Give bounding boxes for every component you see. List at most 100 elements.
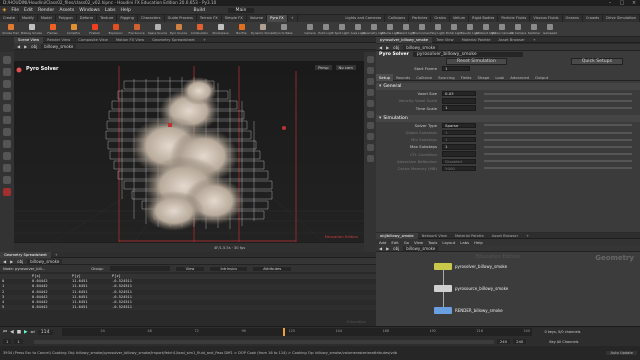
path-node[interactable]: billowy_smoke [27,258,63,264]
shelf-tool-smoke-trail[interactable]: Smoke Trail [0,24,21,35]
node-body[interactable] [434,285,452,292]
tab-pyrosolver-billowy-smoke[interactable]: pyrosolver_billowy_smoke [376,36,432,43]
range-end-field[interactable]: 240 [513,339,527,344]
shelf-tool-spare-source[interactable]: Spare Source [147,24,168,35]
shelf-tab-modify[interactable]: Modify [19,15,38,22]
step-back-icon[interactable]: ◀ [10,330,14,335]
shelf-tab-crowds[interactable]: Crowds [583,15,604,22]
param-tab-collision[interactable]: Collision [413,74,435,81]
timeline-ruler[interactable]: 24 48 72 96 120 144 168 192 216 240 [61,328,532,336]
param-field-min-substeps[interactable]: 1 [442,137,476,143]
shelf-tool-pyro-to-bake[interactable]: Pyro to Bake [273,24,294,35]
network-node-render-billowy-smoke[interactable]: RENDER_billowy_smoke [434,307,503,314]
last-frame-icon[interactable]: ⏭ [31,329,35,335]
shading-icon[interactable] [366,78,374,85]
shelf-tab-deform[interactable]: Deform [77,15,98,22]
range-slider[interactable] [33,339,494,344]
shelf-tool-bonfire[interactable]: Bonfire [231,24,252,35]
param-field-max-substeps[interactable]: 1 [442,144,476,150]
menu-edit[interactable]: Edit [24,8,33,13]
path-obj[interactable]: obj [31,44,37,49]
param-tab-shape[interactable]: Shape [474,74,492,81]
shelf-tool-flames[interactable]: Flames [42,24,63,35]
record-icon[interactable] [3,188,11,196]
scale-tool-icon[interactable] [3,92,11,100]
tab-tree-view[interactable]: Tree View [432,37,458,43]
menu-labs[interactable]: Labs [105,8,116,13]
shelf-tool-vr-camera[interactable]: VR Camera [510,24,526,35]
network-menu-labs[interactable]: Labs [460,240,469,245]
param-slider[interactable] [484,160,632,163]
group-field[interactable] [109,266,170,271]
attributes-menu[interactable]: Attributes [253,266,292,271]
shelf-tab-terrain-fx[interactable]: Terrain FX [197,15,222,22]
shelf-tool-spot-light[interactable]: Spot Light [334,24,350,35]
menu-assets[interactable]: Assets [59,8,74,13]
shelf-tab-create[interactable]: Create [0,15,19,22]
tab-render-view[interactable]: Render View [43,37,74,43]
shelf-tab-guide-process[interactable]: Guide Process [165,15,197,22]
path-obj[interactable]: obj [393,45,399,50]
tab-geometry-spreadsheet[interactable]: Geometry Spreadsheet [0,251,51,258]
shelf-tab-simple-fx[interactable]: Simple FX [222,15,247,22]
tab-scene-view[interactable]: Scene View [14,36,44,43]
param-tab-bounds[interactable]: Bounds [393,74,413,81]
quick-setups-button[interactable]: Quick Setups [570,58,623,65]
forward-arrow-icon[interactable]: ▶ [10,259,13,264]
shelf-tool-sky-light[interactable]: Sky Light [430,24,446,35]
forward-arrow-icon[interactable]: ▶ [386,246,389,251]
node-body[interactable] [434,263,452,270]
param-field-cache-memory-mb[interactable]: 5000 [442,165,476,172]
shelf-tab-characters[interactable]: Characters [138,15,165,22]
param-slider[interactable] [484,107,632,110]
param-tab-advanced[interactable]: Advanced [507,74,532,81]
shelf-tool-billowy-smoke[interactable]: Billowy Smoke [21,24,42,35]
shelf-tool-portal-light[interactable]: Portal Light [446,24,462,35]
menu-render[interactable]: Render [38,8,54,13]
forward-arrow-icon[interactable]: ▶ [24,44,27,49]
pose-tool-icon[interactable] [3,116,11,124]
snap-tool-icon[interactable] [3,152,11,160]
simulation-section-header[interactable]: ▾ Simulation [376,114,640,122]
shelf-tool-stereo-camera[interactable]: Stereo Camera [491,24,513,35]
param-field-solver-type[interactable]: Sparse [442,122,476,129]
network-node-pyrosource-billowy-smoke[interactable]: pyrosource_billowy_smoke [434,285,508,292]
scene-viewport[interactable]: Pyro Solver Persp No cam Education Editi… [14,61,364,242]
node-name-field[interactable]: pyrosolver_billowy_smoke [412,52,523,57]
general-section-header[interactable]: ▾ General [376,83,640,91]
tab-network-view[interactable]: Network View [418,233,451,239]
build-label[interactable]: Build [193,8,205,13]
shelf-tab-polygon[interactable]: Polygon [56,15,77,22]
shelf-tool-distant-light[interactable]: Distant Light [397,24,415,35]
param-field-cfl-condition[interactable] [442,151,476,157]
param-field-global-substeps[interactable]: 1 [442,129,476,136]
tab-asset-browser[interactable]: Asset Browser [488,233,522,239]
network-menu-help[interactable]: Help [474,240,483,245]
param-slider[interactable] [484,92,632,95]
shelf-tool-fire-source[interactable]: Fire Source [126,24,147,35]
node-body[interactable] [434,307,452,314]
wireframe-icon[interactable] [366,89,374,96]
intrinsics-menu[interactable]: Intrinsics [210,266,248,271]
end-frame-field[interactable]: 240 [496,339,511,344]
menu-help[interactable]: Help [120,8,130,13]
auto-update-menu[interactable]: Auto Update [606,351,637,355]
shelf-tab-viscous-fluids[interactable]: Viscous Fluids [530,15,563,22]
houdini-logo-icon[interactable]: ◈ [3,7,7,13]
path-node[interactable]: billowy_smoke [403,44,439,50]
shelf-tool-dynamic-smoke[interactable]: Dynamic Smoke [251,24,274,35]
param-tab-sourcing[interactable]: Sourcing [435,74,458,81]
network-menu-view[interactable]: View [414,240,423,245]
network-node-pyrosolver-billowy-smoke[interactable]: pyrosolver_billowy_smoke [434,263,507,270]
shelf-tool-campfire[interactable]: Campfire [63,24,84,35]
network-menu-edit[interactable]: Edit [391,240,398,245]
lighting-icon[interactable] [366,67,374,74]
shelf-tool-volume-light[interactable]: Volume Light [381,24,399,35]
rotate-tool-icon[interactable] [3,80,11,88]
tab-material-palette[interactable]: Material Palette [458,37,495,43]
shelf-tool-environment[interactable]: Environment [413,24,431,35]
tab-motion-fx-view[interactable]: Motion FX View [112,37,148,43]
shelf-tool-explosion[interactable]: Explosion [105,24,126,35]
shelf-tab-oceans[interactable]: Oceans [563,15,583,22]
tab-composite-view[interactable]: Composite View [74,37,112,43]
